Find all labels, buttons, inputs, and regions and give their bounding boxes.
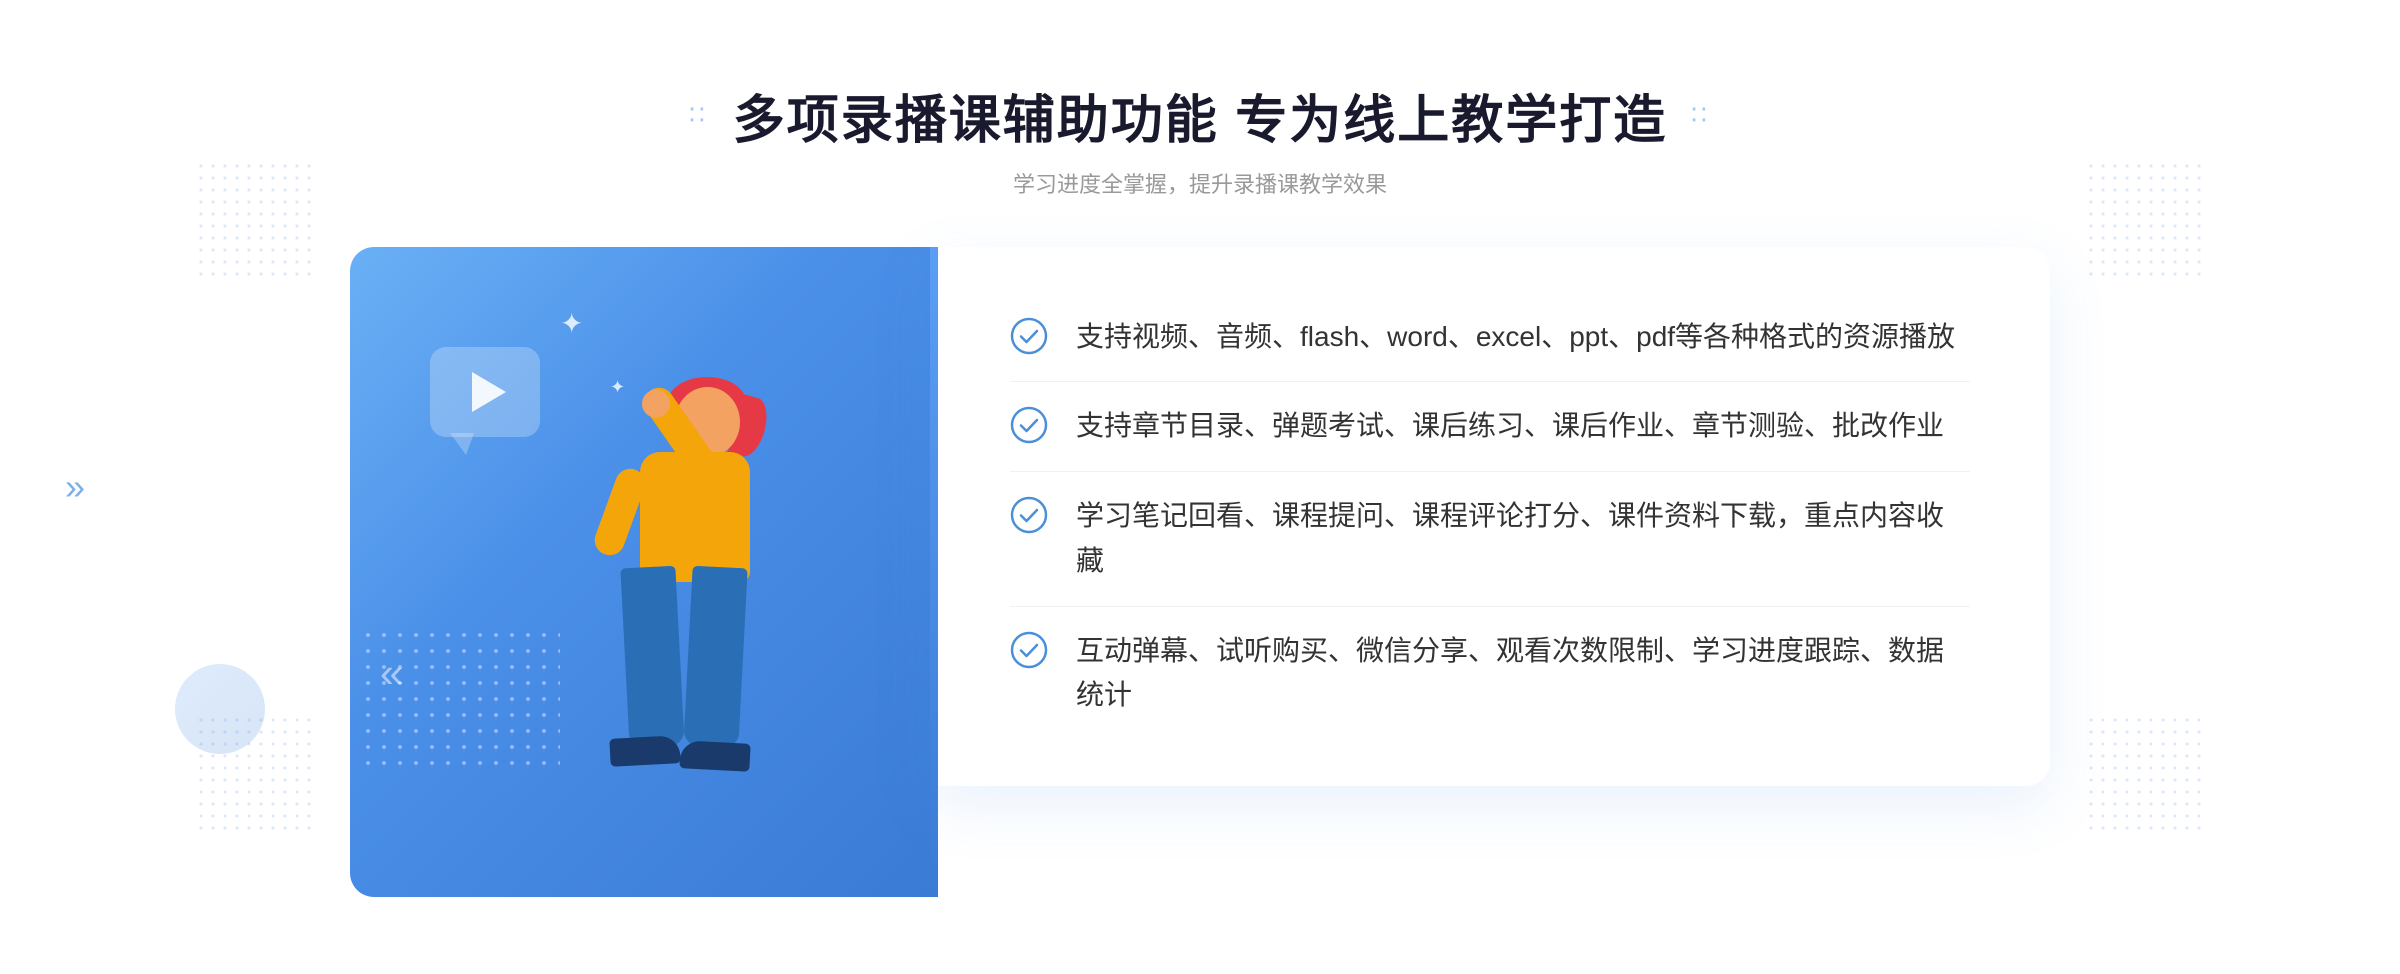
content-wrapper: « ✦ ✦ bbox=[350, 247, 2050, 897]
figure-illustration bbox=[520, 337, 820, 897]
features-accent-bar bbox=[930, 247, 938, 897]
title-dots-right: ⁚⁚ bbox=[1691, 105, 1710, 126]
illus-chevron-icon: « bbox=[380, 649, 403, 697]
feature-divider-1 bbox=[1010, 381, 1970, 382]
chevron-left-decoration: » bbox=[65, 466, 85, 508]
figure-pants-left bbox=[620, 565, 684, 748]
figure-torso bbox=[640, 452, 750, 582]
features-panel-wrapper: 支持视频、音频、flash、word、excel、ppt、pdf等各种格式的资源… bbox=[930, 247, 2050, 897]
feature-item-4: 互动弹幕、试听购买、微信分享、观看次数限制、学习进度跟踪、数据统计 bbox=[1010, 611, 1970, 737]
feature-divider-2 bbox=[1010, 471, 1970, 472]
dot-pattern-top-left bbox=[195, 160, 315, 280]
feature-text-1: 支持视频、音频、flash、word、excel、ppt、pdf等各种格式的资源… bbox=[1076, 315, 1955, 360]
figure-pants-right bbox=[683, 565, 747, 748]
blue-circle-small bbox=[175, 664, 265, 754]
feature-item-1: 支持视频、音频、flash、word、excel、ppt、pdf等各种格式的资源… bbox=[1010, 297, 1970, 378]
feature-text-4: 互动弹幕、试听购买、微信分享、观看次数限制、学习进度跟踪、数据统计 bbox=[1076, 629, 1970, 719]
sparkle-icon-1: ✦ bbox=[560, 307, 583, 340]
feature-item-2: 支持章节目录、弹题考试、课后练习、课后作业、章节测验、批改作业 bbox=[1010, 386, 1970, 467]
features-panel: 支持视频、音频、flash、word、excel、ppt、pdf等各种格式的资源… bbox=[930, 247, 2050, 787]
feature-text-3: 学习笔记回看、课程提问、课程评论打分、课件资料下载，重点内容收藏 bbox=[1076, 494, 1970, 584]
figure-shoe-right bbox=[679, 740, 750, 772]
feature-item-3: 学习笔记回看、课程提问、课程评论打分、课件资料下载，重点内容收藏 bbox=[1010, 476, 1970, 602]
illustration-panel: « ✦ ✦ bbox=[350, 247, 930, 897]
dot-pattern-top-right bbox=[2085, 160, 2205, 280]
check-icon-3 bbox=[1010, 496, 1048, 534]
check-icon-4 bbox=[1010, 631, 1048, 669]
dot-pattern-bottom-right bbox=[2085, 714, 2205, 834]
title-text: 多项录播课辅助功能 专为线上教学打造 bbox=[733, 78, 1667, 153]
header-section: ⁚⁚ 多项录播课辅助功能 专为线上教学打造 ⁚⁚ 学习进度全掌握，提升录播课教学… bbox=[689, 78, 1710, 199]
feature-divider-3 bbox=[1010, 606, 1970, 607]
feature-text-2: 支持章节目录、弹题考试、课后练习、课后作业、章节测验、批改作业 bbox=[1076, 404, 1944, 449]
figure-shoe-left bbox=[609, 735, 680, 767]
subtitle-text: 学习进度全掌握，提升录播课教学效果 bbox=[689, 167, 1710, 199]
play-triangle-icon bbox=[472, 372, 506, 412]
check-icon-1 bbox=[1010, 317, 1048, 355]
main-title: ⁚⁚ 多项录播课辅助功能 专为线上教学打造 ⁚⁚ bbox=[689, 78, 1710, 153]
title-dots-left: ⁚⁚ bbox=[689, 105, 708, 126]
check-icon-2 bbox=[1010, 406, 1048, 444]
figure-hand-right bbox=[637, 384, 676, 423]
